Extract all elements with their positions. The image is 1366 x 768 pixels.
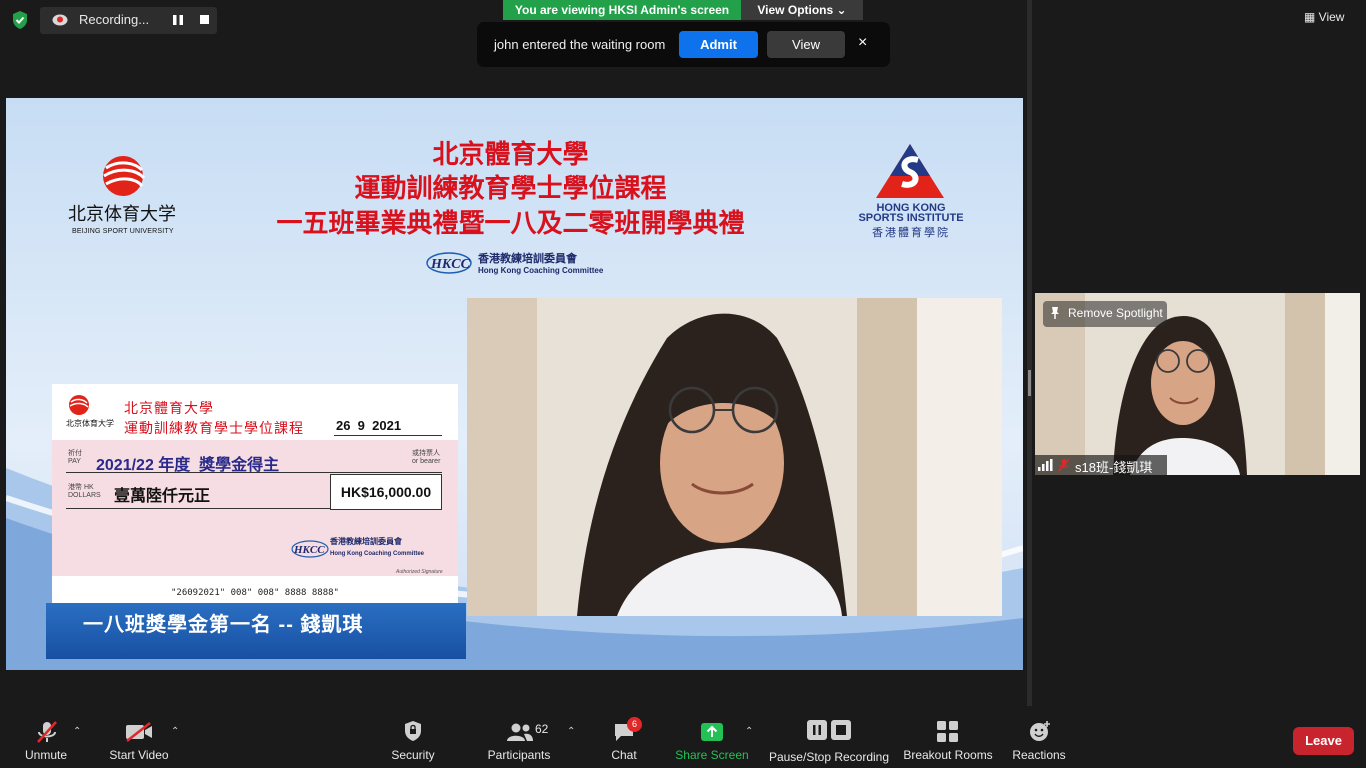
stop-recording-icon[interactable] bbox=[200, 15, 209, 24]
reactions-label: Reactions bbox=[1012, 748, 1066, 762]
close-icon[interactable]: × bbox=[858, 34, 867, 52]
chevron-down-icon: ⌄ bbox=[836, 3, 847, 17]
speaker-video-in-slide bbox=[467, 298, 1002, 616]
cheque-amount-words: 壹萬陸仟元正 bbox=[114, 488, 211, 505]
cheque-date-line bbox=[334, 435, 442, 436]
divider-drag-handle[interactable] bbox=[1028, 370, 1031, 396]
chat-unread-badge: 6 bbox=[627, 717, 642, 732]
cheque-bearer-label: 或持票人 or bearer bbox=[412, 450, 441, 465]
cheque-hk-dollars-label: 港幣 HK DOLLARS bbox=[68, 484, 101, 499]
microphone-muted-icon bbox=[37, 721, 57, 743]
share-options-caret-icon[interactable]: ⌃ bbox=[745, 726, 753, 737]
hksi-name-en-2: SPORTS INSTITUTE bbox=[858, 212, 964, 224]
ceremony-title-line-2: 運動訓練教育學士學位課程 bbox=[354, 174, 667, 204]
view-layout-label: View bbox=[1318, 10, 1345, 24]
hkcc-name-cn: 香港教練培訓委員會 bbox=[478, 253, 577, 265]
cheque-date: 26 9 2021 bbox=[336, 418, 402, 433]
participants-label: Participants bbox=[487, 748, 551, 762]
cheque-hkcc-name-cn: 香港教練培訓委員會 bbox=[330, 537, 402, 546]
cheque-micr-line: "26092021" 008" 008" 8888 8888" bbox=[171, 588, 339, 598]
meeting-toolbar: Unmute ⌃ Start Video ⌃ Security 62 Parti… bbox=[0, 706, 1366, 768]
hkcc-name-en: Hong Kong Coaching Committee bbox=[478, 266, 604, 275]
hksi-logo bbox=[876, 144, 944, 198]
scholarship-cheque: 北京体育大学 北京體育大學 運動訓練教育學士學位課程 26 9 2021 祈付 … bbox=[52, 384, 458, 606]
encryption-shield-icon[interactable] bbox=[10, 10, 30, 30]
breakout-rooms-label: Breakout Rooms bbox=[903, 748, 993, 762]
view-options-label: View Options bbox=[757, 3, 834, 17]
participants-options-caret-icon[interactable]: ⌃ bbox=[567, 726, 575, 737]
audio-options-caret-icon[interactable]: ⌃ bbox=[73, 726, 81, 737]
remove-spotlight-label: Remove Spotlight bbox=[1068, 306, 1163, 320]
participants-count: 62 bbox=[535, 722, 549, 736]
muted-mic-icon bbox=[1058, 458, 1070, 472]
unmute-label: Unmute bbox=[24, 748, 68, 762]
cheque-bsu-logo bbox=[69, 395, 89, 415]
cheque-amount-line bbox=[66, 508, 330, 509]
svg-text:HKCC: HKCC bbox=[293, 544, 325, 556]
svg-text:HKCC: HKCC bbox=[430, 257, 471, 272]
grid-view-icon: ▦ bbox=[1304, 10, 1319, 24]
cheque-pay-label: 祈付 PAY bbox=[68, 450, 82, 465]
cheque-amount: HK$16,000.00 bbox=[330, 474, 442, 510]
ceremony-title-line-1: 北京體育大學 bbox=[432, 140, 589, 170]
cheque-payee-line bbox=[66, 472, 442, 473]
pause-stop-recording-icon bbox=[807, 720, 851, 740]
pin-icon bbox=[1051, 307, 1059, 319]
connection-signal-icon bbox=[1038, 459, 1053, 471]
hksi-name-cn: 香港體育學院 bbox=[872, 227, 950, 239]
security-label: Security bbox=[391, 748, 435, 762]
speaker-video-image bbox=[467, 298, 1002, 616]
admit-button[interactable]: Admit bbox=[679, 31, 758, 58]
breakout-rooms-icon bbox=[937, 721, 958, 742]
video-off-icon bbox=[126, 722, 152, 742]
waiting-room-message: john entered the waiting room bbox=[494, 37, 666, 52]
viewing-screen-banner: You are viewing HKSI Admin's screen bbox=[503, 0, 741, 20]
participants-icon bbox=[507, 723, 533, 741]
cheque-title-2: 運動訓練教育學士學位課程 bbox=[124, 421, 304, 437]
start-video-label: Start Video bbox=[109, 748, 169, 762]
cheque-bsu-name: 北京体育大学 bbox=[66, 419, 114, 428]
share-screen-label: Share Screen bbox=[675, 748, 749, 762]
cheque-signature-label: Authorized Signature bbox=[396, 569, 443, 575]
cheque-title-1: 北京體育大學 bbox=[124, 401, 214, 417]
chat-label: Chat bbox=[611, 748, 637, 762]
pause-stop-recording-label: Pause/Stop Recording bbox=[768, 750, 890, 764]
view-waiting-room-button[interactable]: View bbox=[767, 31, 845, 58]
video-options-caret-icon[interactable]: ⌃ bbox=[171, 726, 179, 737]
pause-recording-icon[interactable] bbox=[172, 14, 184, 26]
security-shield-icon bbox=[405, 721, 421, 741]
leave-button[interactable]: Leave bbox=[1293, 727, 1354, 755]
reactions-smiley-icon bbox=[1030, 721, 1050, 741]
recording-cloud-icon bbox=[52, 14, 68, 26]
participant-name: s18班-錢凱琪 bbox=[1075, 460, 1153, 475]
shared-screen: 北京体育大学 BEIJING SPORT UNIVERSITY 北京體育大學 運… bbox=[6, 98, 1023, 670]
recording-label: Recording... bbox=[79, 12, 150, 27]
share-screen-icon bbox=[701, 723, 723, 741]
cheque-hkcc-name-en: Hong Kong Coaching Committee bbox=[330, 551, 424, 557]
view-options-menu[interactable]: View Options ⌄ bbox=[741, 0, 863, 20]
view-layout-button[interactable]: ▦ View bbox=[1304, 10, 1344, 24]
caption-text: 一八班獎學金第一名 -- 錢凱琪 bbox=[83, 614, 364, 636]
